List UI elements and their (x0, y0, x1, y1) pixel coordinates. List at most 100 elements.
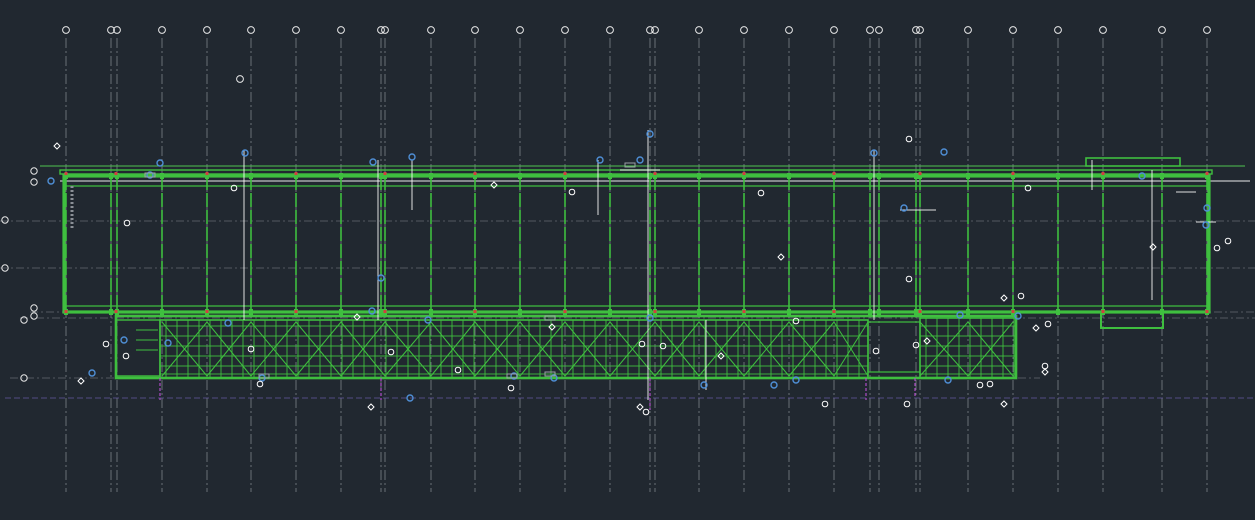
grid-bubble (377, 26, 385, 34)
white-marker (905, 275, 913, 283)
grid-bubble (785, 26, 793, 34)
column-plate (877, 309, 881, 315)
grid-bubble (292, 26, 300, 34)
grid-bubble (830, 26, 838, 34)
grid-bubble (1158, 26, 1166, 34)
column-plate (608, 309, 612, 315)
white-marker (122, 352, 130, 360)
blue-marker (47, 177, 55, 185)
column-plate (518, 173, 522, 179)
column-mark (742, 172, 746, 175)
white-marker (454, 366, 462, 374)
column-mark (294, 310, 298, 313)
grid-bubble-row (30, 304, 38, 312)
blue-marker (369, 158, 377, 166)
column-plate (249, 309, 253, 315)
column-plate (648, 173, 652, 179)
column-plate (1160, 173, 1164, 179)
white-marker (1032, 324, 1040, 332)
grid-bubble (471, 26, 479, 34)
column-plate (1056, 309, 1060, 315)
white-marker (757, 189, 765, 197)
column-plate (379, 309, 383, 315)
blue-marker (88, 369, 96, 377)
column-mark (1011, 172, 1015, 175)
column-plate (518, 309, 522, 315)
white-marker (642, 408, 650, 416)
grid-bubble (203, 26, 211, 34)
white-marker (1041, 368, 1049, 376)
top-annex (1085, 157, 1181, 167)
white-marker (1044, 320, 1052, 328)
grid-bubble (1009, 26, 1017, 34)
column-mark (918, 172, 922, 175)
building-frame (40, 157, 1245, 329)
white-marker (1213, 244, 1221, 252)
column-plate (429, 173, 433, 179)
column-mark (832, 310, 836, 313)
grid-bubble-row (1, 216, 9, 224)
white-marker (123, 219, 131, 227)
column-mark (383, 310, 387, 313)
white-marker (367, 403, 375, 411)
grid-bubble (875, 26, 883, 34)
column-mark (1205, 310, 1209, 313)
column-mark (653, 172, 657, 175)
grid-bubble (427, 26, 435, 34)
white-marker (905, 135, 913, 143)
grid-bubble (1099, 26, 1107, 34)
floor-plan-drawing[interactable] (0, 0, 1255, 520)
blue-marker (408, 153, 416, 161)
column-plate (966, 309, 970, 315)
white-marker (872, 347, 880, 355)
column-plate (868, 173, 872, 179)
grid-bubble (561, 26, 569, 34)
white-marker (53, 142, 61, 150)
stair-box (115, 319, 161, 377)
grid-bubble (916, 26, 924, 34)
white-marker (792, 317, 800, 325)
white-marker (1000, 294, 1008, 302)
column-plate (1056, 173, 1060, 179)
column-plate (787, 309, 791, 315)
column-plate (339, 173, 343, 179)
grid-bubble (62, 26, 70, 34)
white-marker (821, 400, 829, 408)
white-marker (903, 400, 911, 408)
white-marker (77, 377, 85, 385)
grid-bubble (158, 26, 166, 34)
white-marker (976, 381, 984, 389)
column-mark (742, 310, 746, 313)
main-building-outline (62, 174, 1211, 314)
column-mark (473, 172, 477, 175)
column-plate (339, 309, 343, 315)
column-mark (1011, 310, 1015, 313)
white-marker (102, 340, 110, 348)
grid-bubble-row (30, 312, 38, 320)
bottom-annex (1100, 311, 1164, 329)
white-marker (1149, 243, 1157, 251)
column-plate (868, 309, 872, 315)
column-plate (249, 173, 253, 179)
column-plate (608, 173, 612, 179)
white-marker (1017, 292, 1025, 300)
column-mark (1101, 310, 1105, 313)
white-marker (636, 403, 644, 411)
column-mark (1101, 172, 1105, 175)
blue-marker (120, 336, 128, 344)
blue-marker (940, 148, 948, 156)
grid-bubble (247, 26, 255, 34)
grid-bubble (964, 26, 972, 34)
column-plate (787, 173, 791, 179)
cad-drawing-canvas[interactable] (0, 0, 1255, 520)
blue-marker (241, 149, 249, 157)
white-marker (256, 380, 264, 388)
grid-bubble (381, 26, 389, 34)
column-plate (160, 309, 164, 315)
white-marker (777, 253, 785, 261)
column-plate (429, 309, 433, 315)
column-mark (64, 172, 68, 175)
column-mark (114, 310, 118, 313)
column-plate (966, 173, 970, 179)
column-mark (205, 310, 209, 313)
